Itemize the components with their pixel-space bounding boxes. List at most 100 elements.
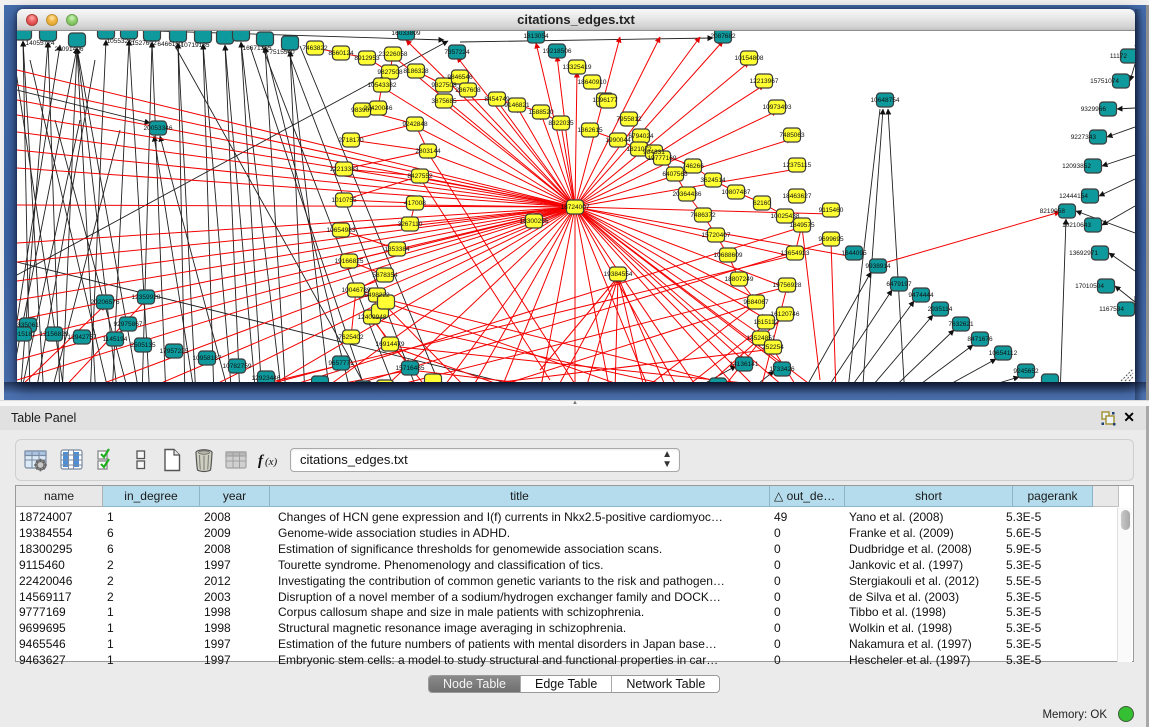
svg-text:9657771: 9657771 <box>328 360 354 367</box>
svg-text:1353384: 1353384 <box>384 246 410 253</box>
svg-text:7486372: 7486372 <box>690 212 716 219</box>
svg-text:19384554: 19384554 <box>604 271 633 278</box>
svg-text:12923446: 12923446 <box>252 375 281 382</box>
svg-text:10807487: 10807487 <box>722 189 751 196</box>
svg-text:10654983: 10654983 <box>327 227 356 234</box>
svg-text:7515540: 7515540 <box>269 49 295 56</box>
svg-text:12156829: 12156829 <box>40 331 69 338</box>
svg-text:252254: 252254 <box>762 344 784 351</box>
svg-text:20091406: 20091406 <box>55 46 84 53</box>
svg-text:9327508: 9327508 <box>431 82 457 89</box>
svg-text:2367608: 2367608 <box>455 87 481 94</box>
svg-text:6466160: 6466160 <box>157 41 183 48</box>
svg-text:1167534: 1167534 <box>1099 306 1124 313</box>
svg-text:9474444: 9474444 <box>908 292 934 299</box>
svg-text:19218506: 19218506 <box>543 48 572 55</box>
svg-text:6407568: 6407568 <box>662 171 688 178</box>
svg-text:19166825: 19166825 <box>335 258 364 265</box>
svg-text:6479197: 6479197 <box>886 281 912 288</box>
svg-text:9846546: 9846546 <box>447 74 473 81</box>
svg-text:835061: 835061 <box>17 322 39 329</box>
svg-text:8219958: 8219958 <box>1040 208 1066 215</box>
svg-text:9242848: 9242848 <box>402 121 428 128</box>
svg-text:7625402: 7625402 <box>338 334 364 341</box>
svg-text:14055724: 14055724 <box>26 40 55 47</box>
svg-text:3624514: 3624514 <box>700 177 726 184</box>
svg-text:9146821: 9146821 <box>504 102 530 109</box>
svg-text:2935114: 2935114 <box>928 306 953 313</box>
svg-text:10154808: 10154808 <box>735 55 764 62</box>
svg-text:92975867: 92975867 <box>114 321 143 328</box>
svg-text:746266: 746266 <box>682 163 704 170</box>
svg-text:10719185: 10719185 <box>181 42 210 49</box>
svg-text:10973493: 10973493 <box>763 104 792 111</box>
svg-text:12444154: 12444154 <box>1059 193 1088 200</box>
svg-text:17010504: 17010504 <box>1075 283 1104 290</box>
svg-text:16914479: 16914479 <box>376 341 405 348</box>
svg-text:2718170: 2718170 <box>338 137 364 144</box>
svg-text:1990044: 1990044 <box>605 137 631 144</box>
svg-text:3267110: 3267110 <box>398 221 423 228</box>
svg-text:19777169: 19777169 <box>648 155 677 162</box>
svg-text:983907: 983907 <box>351 107 373 114</box>
svg-text:10210643: 10210643 <box>1062 222 1091 229</box>
svg-text:9938914: 9938914 <box>865 263 891 270</box>
svg-text:10688609: 10688609 <box>714 252 743 259</box>
svg-text:1588520: 1588520 <box>528 109 554 116</box>
svg-text:8471676: 8471676 <box>967 336 993 343</box>
svg-text:18640910: 18640910 <box>578 79 607 86</box>
svg-text:1527602: 1527602 <box>131 40 157 47</box>
svg-text:2803144: 2803144 <box>415 148 441 155</box>
svg-text:7463822: 7463822 <box>302 45 328 52</box>
svg-text:8322035: 8322035 <box>548 120 574 127</box>
svg-text:3915181: 3915181 <box>17 331 36 338</box>
svg-text:20053346: 20053346 <box>144 125 173 132</box>
svg-text:17957225: 17957225 <box>160 348 189 355</box>
svg-text:12213383: 12213383 <box>330 166 359 173</box>
svg-text:15716485: 15716485 <box>396 365 425 372</box>
svg-text:10782759: 10782759 <box>223 363 252 370</box>
svg-text:20206576: 20206576 <box>91 299 120 306</box>
svg-text:18463627: 18463627 <box>783 193 812 200</box>
svg-text:16120746: 16120746 <box>771 311 800 318</box>
svg-text:62160: 62160 <box>753 200 771 207</box>
svg-text:23226058: 23226058 <box>379 51 408 58</box>
svg-text:12359928: 12359928 <box>132 294 161 301</box>
svg-text:10958187: 10958187 <box>193 355 222 362</box>
svg-text:2087682: 2087682 <box>710 33 736 40</box>
svg-text:18724007: 18724007 <box>561 204 590 211</box>
svg-text:6794024: 6794024 <box>628 133 654 140</box>
svg-text:8186328: 8186328 <box>403 68 429 75</box>
svg-text:16033809: 16033809 <box>392 31 421 37</box>
svg-text:1145194: 1145194 <box>103 336 128 343</box>
svg-text:9245652: 9245652 <box>1013 368 1039 375</box>
svg-text:1362615: 1362615 <box>577 127 603 134</box>
svg-text:19756928: 19756928 <box>773 282 802 289</box>
svg-text:3875685: 3875685 <box>431 98 457 105</box>
svg-text:12375115: 12375115 <box>783 162 812 169</box>
svg-text:f: f <box>258 453 265 469</box>
svg-text:10025438: 10025438 <box>771 213 800 220</box>
svg-text:20364436: 20364436 <box>673 191 702 198</box>
svg-text:10654112: 10654112 <box>989 350 1018 357</box>
svg-text:14136141: 14136141 <box>730 361 759 368</box>
svg-text:9699695: 9699695 <box>818 236 844 243</box>
svg-text:7955812: 7955812 <box>616 116 642 123</box>
svg-text:14524851: 14524851 <box>747 335 776 342</box>
svg-text:1644095: 1644095 <box>841 250 867 257</box>
svg-text:1010755: 1010755 <box>331 197 357 204</box>
svg-text:13325419: 13325419 <box>563 64 592 71</box>
svg-text:15720407: 15720407 <box>702 232 731 239</box>
svg-text:1813054: 1813054 <box>523 33 549 40</box>
svg-text:15751074: 15751074 <box>1090 78 1119 85</box>
svg-text:10648754: 10648754 <box>871 97 900 104</box>
svg-text:12942757: 12942757 <box>68 334 97 341</box>
svg-text:(x): (x) <box>265 456 278 468</box>
svg-text:13654923: 13654923 <box>781 250 810 257</box>
svg-text:12409948: 12409948 <box>358 314 387 321</box>
svg-text:1733426: 1733426 <box>769 366 795 373</box>
svg-text:11172: 11172 <box>1110 53 1127 60</box>
svg-text:5878354: 5878354 <box>372 272 398 279</box>
svg-text:10543382: 10543382 <box>368 82 397 89</box>
svg-text:8660124: 8660124 <box>328 50 354 57</box>
